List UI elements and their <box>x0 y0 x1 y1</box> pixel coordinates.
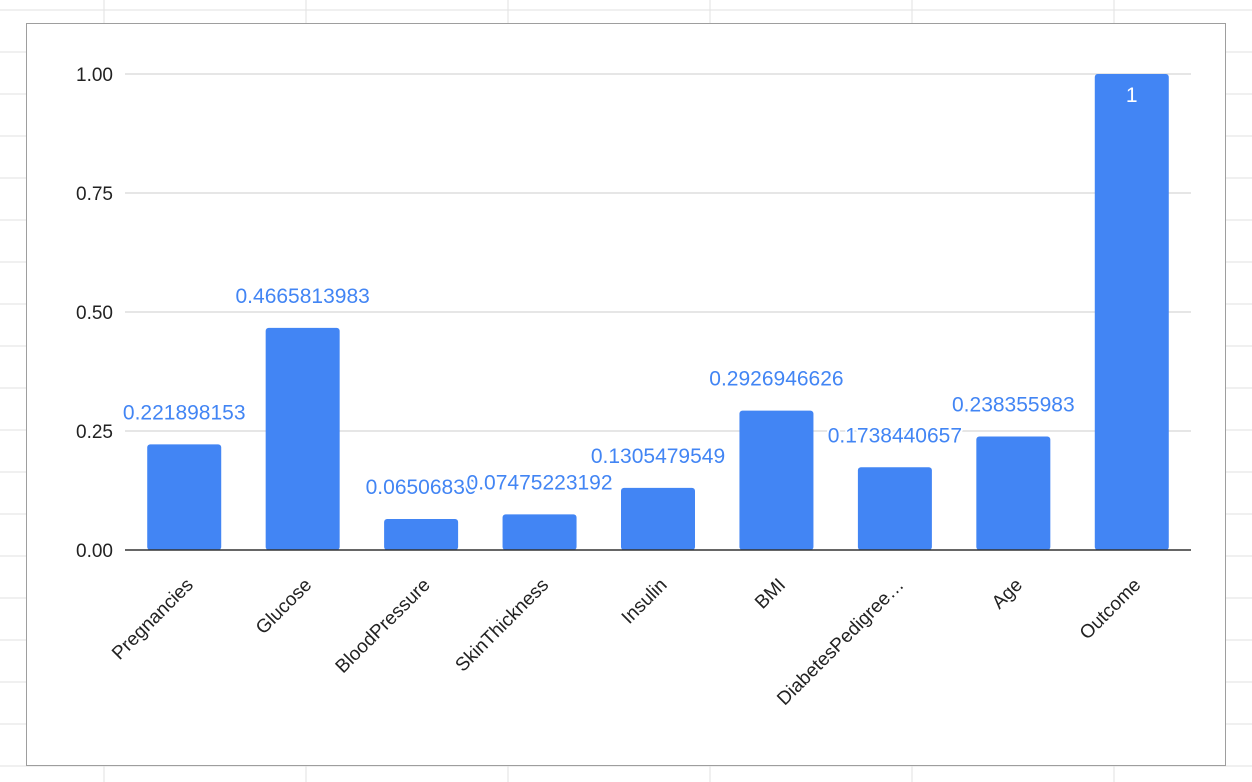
data-label: 0.07475223192 <box>467 471 613 494</box>
bar-chart: 0.000.250.500.751.00 Pregnancies Glucose B… <box>76 65 1191 710</box>
y-tick-label: 0.75 <box>76 184 113 205</box>
bar[interactable] <box>739 410 814 550</box>
x-tick-label: Outcome <box>1076 575 1145 644</box>
y-tick-label: 0.25 <box>76 422 113 443</box>
data-label: 0.1738440657 <box>828 424 962 447</box>
x-tick-label: DiabetesPedigree… <box>773 575 908 710</box>
x-tick-label: BloodPressure <box>332 575 435 678</box>
bar[interactable] <box>621 487 695 550</box>
x-tick-label: BMI <box>751 575 790 614</box>
data-label: 0.2926946626 <box>709 368 843 391</box>
x-tick-label: Age <box>988 575 1027 614</box>
x-tick-label: Insulin <box>618 575 672 629</box>
data-label: 0.06506830 <box>366 476 477 499</box>
bar[interactable] <box>502 514 577 550</box>
x-tick-label: Pregnancies <box>108 575 198 665</box>
bar[interactable] <box>147 444 222 550</box>
y-tick-label: 0.50 <box>76 303 113 324</box>
x-tick-label: Glucose <box>252 575 316 639</box>
x-axis-category-labels: Pregnancies Glucose BloodPressure SkinThick… <box>108 575 1145 710</box>
data-label: 1 <box>1126 84 1138 107</box>
data-label: 0.221898153 <box>123 401 246 424</box>
y-tick-label: 0.00 <box>76 541 113 562</box>
y-axis-tick-labels: 0.00 0.25 0.50 0.75 1.00 <box>76 65 113 562</box>
chart-container[interactable]: 0.00 0.25 0.50 0.75 1.00 Pregnancies Glucose B… <box>26 23 1226 766</box>
bar[interactable] <box>265 327 340 550</box>
data-label: 0.238355983 <box>952 394 1075 417</box>
x-tick-label: SkinThickness <box>452 575 553 676</box>
y-tick-label: 1.00 <box>76 65 113 86</box>
bar[interactable] <box>857 467 932 550</box>
bar[interactable] <box>976 436 1051 550</box>
data-label: 0.1305479549 <box>591 445 725 468</box>
data-label: 0.4665813983 <box>236 285 370 308</box>
bar[interactable] <box>1094 74 1169 550</box>
bar[interactable] <box>384 519 459 550</box>
